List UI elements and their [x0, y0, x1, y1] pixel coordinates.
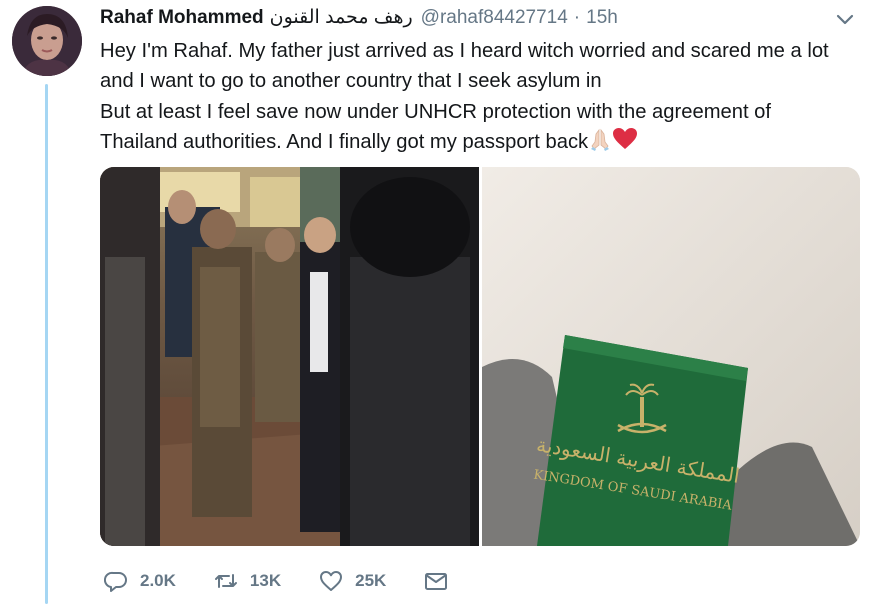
like-count: 25K	[355, 571, 387, 590]
reply-icon	[104, 571, 127, 592]
reply-button[interactable]: 2.0K	[104, 569, 176, 593]
red-heart-emoji	[613, 127, 638, 149]
reply-count: 2.0K	[140, 571, 176, 590]
tweet-text-segment: Thailand authorities. And I finally got …	[100, 130, 589, 153]
tweet-text-line: and I want to go to another country that…	[100, 70, 602, 93]
tweet-header: Rahaf Mohammed رهف محمد القنون @rahaf844…	[100, 6, 618, 32]
officials-photo[interactable]	[100, 167, 479, 546]
chevron-down-icon[interactable]	[835, 10, 855, 30]
separator-dot: ·	[573, 7, 581, 28]
tweet-text-line: Thailand authorities. And I finally got …	[100, 127, 860, 157]
folded-hands-emoji	[591, 128, 610, 151]
retweet-count: 13K	[249, 571, 282, 590]
user-handle[interactable]: @rahaf84427714	[421, 7, 568, 29]
timestamp[interactable]: 15h	[586, 7, 618, 29]
display-name-arabic[interactable]: رهف محمد القنون	[270, 6, 413, 29]
tweet-text: Hey I'm Rahaf. My father just arrived as…	[100, 36, 860, 157]
retweet-button[interactable]: 13K	[214, 569, 281, 593]
tweet-actions: 2.0K 13K 25K	[104, 566, 498, 596]
like-icon	[320, 571, 343, 591]
avatar[interactable]	[12, 6, 82, 76]
retweet-icon	[214, 574, 237, 588]
display-name[interactable]: Rahaf Mohammed	[100, 7, 264, 29]
passport-photo[interactable]: المملكة العربية السعودية KINGDOM OF SAUD…	[482, 167, 860, 546]
direct-message-button[interactable]	[424, 569, 460, 593]
tweet-text-line: But at least I feel save now under UNHCR…	[100, 100, 772, 123]
thread-line	[45, 84, 48, 604]
message-icon	[425, 573, 448, 590]
tweet-media[interactable]: المملكة العربية السعودية KINGDOM OF SAUD…	[100, 167, 860, 546]
tweet-text-line: Hey I'm Rahaf. My father just arrived as…	[100, 40, 829, 62]
like-button[interactable]: 25K	[319, 569, 386, 593]
